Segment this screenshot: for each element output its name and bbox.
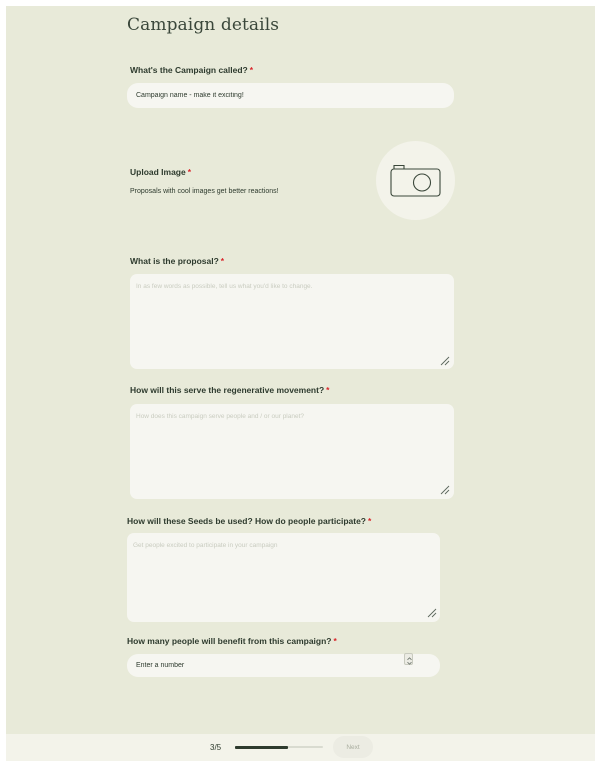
proposal-label: What is the proposal? * — [130, 256, 224, 266]
resize-handle-icon[interactable] — [440, 356, 450, 366]
regenerative-label-text: How will this serve the regenerative mov… — [130, 385, 325, 395]
seeds-usage-textarea[interactable] — [127, 533, 440, 622]
next-button[interactable]: Next — [333, 736, 373, 758]
form-panel: Campaign details What's the Campaign cal… — [6, 6, 595, 734]
proposal-textarea[interactable] — [130, 274, 454, 369]
required-marker: * — [326, 385, 330, 395]
beneficiaries-label-text: How many people will benefit from this c… — [127, 636, 332, 646]
campaign-name-label: What's the Campaign called? * — [130, 65, 253, 75]
beneficiaries-label: How many people will benefit from this c… — [127, 636, 337, 646]
beneficiaries-number-input[interactable] — [127, 654, 440, 677]
required-marker: * — [333, 636, 337, 646]
campaign-name-label-text: What's the Campaign called? — [130, 65, 248, 75]
seeds-usage-label-text: How will these Seeds be used? How do peo… — [127, 516, 366, 526]
campaign-name-input[interactable] — [127, 83, 454, 108]
upload-image-label-text: Upload Image — [130, 167, 186, 177]
camera-icon — [390, 164, 441, 197]
form-footer: 3/5 Next — [6, 734, 595, 761]
required-marker: * — [187, 167, 192, 177]
upload-image-hint: Proposals with cool images get better re… — [130, 188, 279, 195]
stepper-arrows-icon — [407, 657, 412, 665]
required-marker: * — [249, 65, 254, 75]
progress-bar — [235, 745, 323, 749]
step-indicator: 3/5 — [210, 743, 222, 752]
number-stepper[interactable] — [404, 653, 413, 665]
page-title: Campaign details — [127, 15, 280, 35]
regenerative-label: How will this serve the regenerative mov… — [130, 385, 329, 395]
upload-image-label: Upload Image * — [130, 167, 191, 177]
required-marker: * — [220, 256, 225, 266]
upload-image-button[interactable] — [376, 141, 455, 220]
resize-handle-icon[interactable] — [440, 485, 450, 495]
resize-handle-icon[interactable] — [427, 608, 437, 618]
seeds-usage-label: How will these Seeds be used? How do peo… — [127, 516, 371, 526]
proposal-label-text: What is the proposal? — [130, 256, 219, 266]
regenerative-textarea[interactable] — [130, 404, 454, 499]
progress-bar-fill — [235, 745, 288, 749]
required-marker: * — [368, 516, 372, 526]
